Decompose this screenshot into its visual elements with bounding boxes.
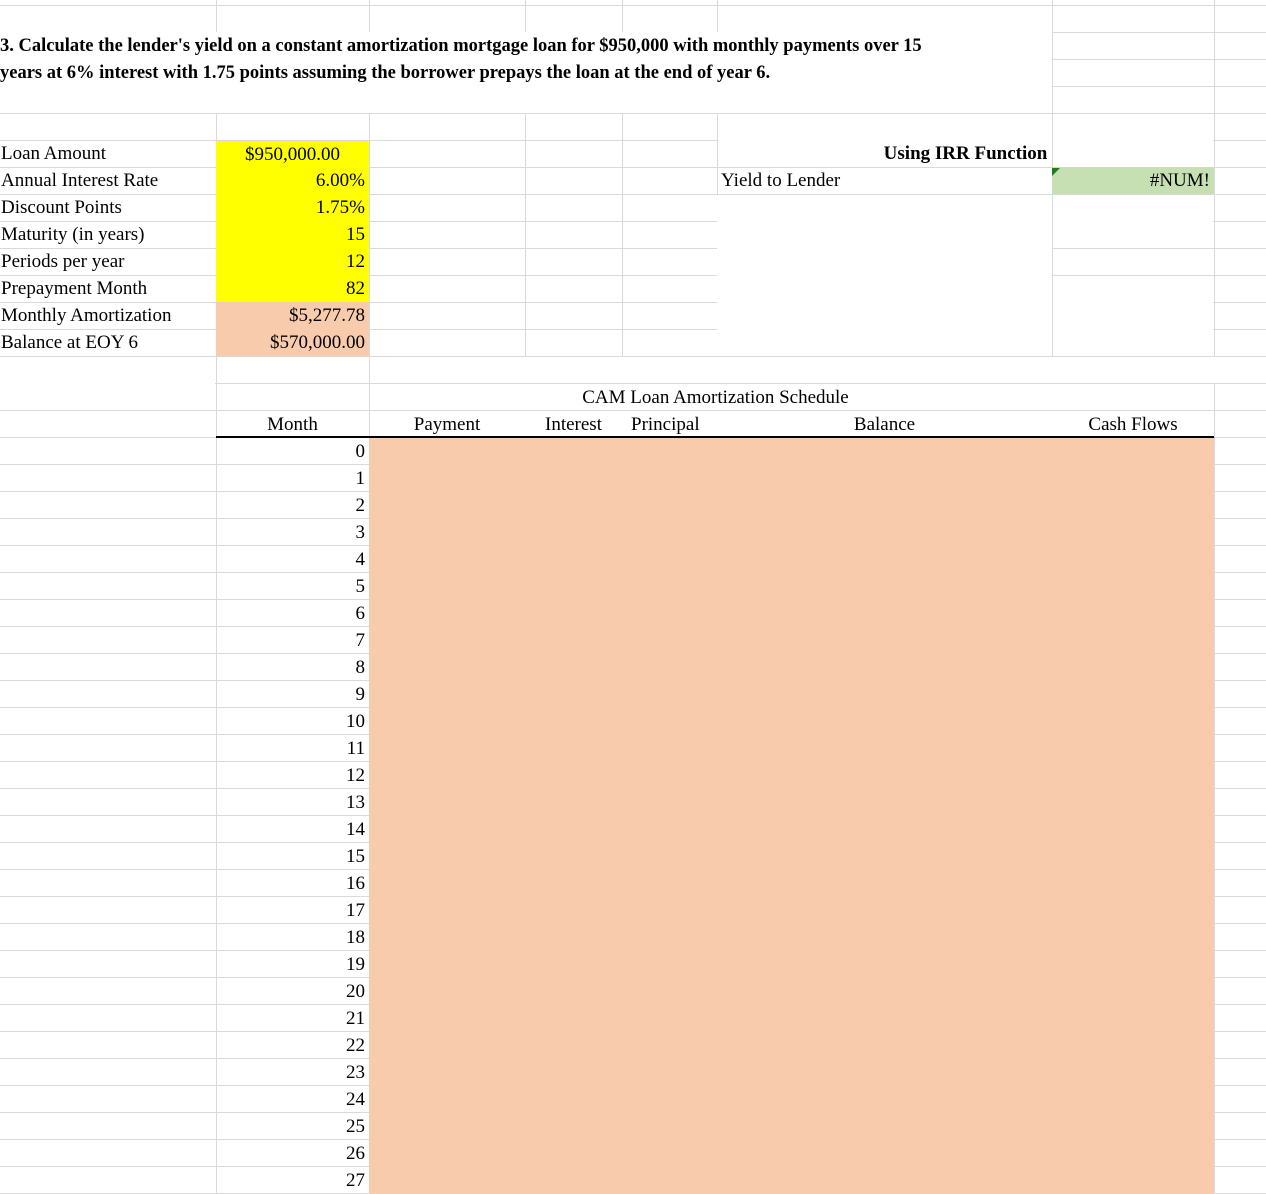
month-cell[interactable]: 26 — [216, 1140, 369, 1167]
month-cell[interactable]: 7 — [216, 627, 369, 654]
month-cell[interactable]: 22 — [216, 1032, 369, 1059]
cell-background — [370, 357, 1216, 383]
cell-background — [1053, 276, 1213, 356]
month-cell[interactable]: 13 — [216, 789, 369, 816]
label-balance-eoy6[interactable]: Balance at EOY 6 — [0, 329, 216, 356]
header-interest[interactable]: Interest — [525, 411, 622, 438]
value-monthly-amortization[interactable]: $5,277.78 — [216, 302, 369, 329]
month-cell[interactable]: 9 — [216, 681, 369, 708]
month-cell[interactable]: 21 — [216, 1005, 369, 1032]
month-cell[interactable]: 18 — [216, 924, 369, 951]
value-annual-interest-rate[interactable]: 6.00% — [216, 167, 369, 194]
value-balance-eoy6[interactable]: $570,000.00 — [216, 329, 369, 356]
month-cell[interactable]: 17 — [216, 897, 369, 924]
yield-to-lender-value[interactable]: #NUM! — [1052, 167, 1214, 194]
month-cell[interactable]: 24 — [216, 1086, 369, 1113]
header-month[interactable]: Month — [216, 411, 369, 438]
month-cell[interactable]: 11 — [216, 735, 369, 762]
header-principal[interactable]: Principal — [630, 411, 717, 438]
month-cell[interactable]: 4 — [216, 546, 369, 573]
gridline-horizontal — [216, 356, 369, 357]
month-cell[interactable]: 5 — [216, 573, 369, 600]
header-payment[interactable]: Payment — [369, 411, 525, 438]
cell-background — [1053, 195, 1213, 248]
spreadsheet: 3. Calculate the lender's yield on a con… — [0, 0, 1266, 1194]
month-cell[interactable]: 3 — [216, 519, 369, 546]
label-maturity[interactable]: Maturity (in years) — [0, 221, 216, 248]
month-cell[interactable]: 25 — [216, 1113, 369, 1140]
problem-line-1: 3. Calculate the lender's yield on a con… — [0, 36, 922, 56]
cell-background — [717, 195, 1052, 356]
month-cell[interactable]: 10 — [216, 708, 369, 735]
month-cell[interactable]: 23 — [216, 1059, 369, 1086]
gridline-vertical — [1214, 0, 1215, 1194]
label-monthly-amortization[interactable]: Monthly Amortization — [0, 302, 216, 329]
value-periods-per-year[interactable]: 12 — [216, 248, 369, 275]
cell-background — [0, 357, 215, 383]
month-cell[interactable]: 12 — [216, 762, 369, 789]
header-cash-flows[interactable]: Cash Flows — [1052, 411, 1214, 438]
month-cell[interactable]: 6 — [216, 600, 369, 627]
error-indicator-icon[interactable] — [1052, 168, 1060, 176]
label-annual-interest-rate[interactable]: Annual Interest Rate — [0, 167, 216, 194]
value-loan-amount[interactable]: $950,000.00 — [216, 141, 369, 168]
value-prepayment-month[interactable]: 82 — [216, 275, 369, 302]
month-cell[interactable]: 0 — [216, 438, 369, 465]
month-cell[interactable]: 20 — [216, 978, 369, 1005]
cell-background — [0, 383, 215, 384]
month-cell[interactable]: 1 — [216, 465, 369, 492]
month-cell[interactable]: 14 — [216, 816, 369, 843]
schedule-data-area[interactable] — [369, 438, 1214, 1194]
cell-background — [1053, 249, 1213, 275]
gridline-horizontal — [0, 356, 216, 357]
irr-heading[interactable]: Using IRR Function — [717, 140, 1214, 167]
label-discount-points[interactable]: Discount Points — [0, 194, 216, 221]
month-cell[interactable]: 16 — [216, 870, 369, 897]
label-loan-amount[interactable]: Loan Amount — [0, 140, 216, 167]
problem-line-2: years at 6% interest with 1.75 points as… — [0, 63, 771, 83]
gridline-horizontal — [0, 5, 1266, 6]
value-discount-points[interactable]: 1.75% — [216, 194, 369, 221]
label-periods-per-year[interactable]: Periods per year — [0, 248, 216, 275]
gridline-horizontal — [0, 113, 1266, 114]
month-cell[interactable]: 19 — [216, 951, 369, 978]
month-cell[interactable]: 8 — [216, 654, 369, 681]
month-cell[interactable]: 15 — [216, 843, 369, 870]
problem-statement-cell[interactable]: 3. Calculate the lender's yield on a con… — [0, 32, 1052, 113]
value-maturity[interactable]: 15 — [216, 221, 369, 248]
month-cell[interactable]: 27 — [216, 1167, 369, 1194]
schedule-title[interactable]: CAM Loan Amortization Schedule — [369, 384, 1062, 411]
label-prepayment-month[interactable]: Prepayment Month — [0, 275, 216, 302]
header-balance[interactable]: Balance — [717, 411, 1052, 438]
month-cell[interactable]: 2 — [216, 492, 369, 519]
yield-to-lender-label[interactable]: Yield to Lender — [720, 167, 1052, 194]
cell-background — [718, 249, 1052, 275]
